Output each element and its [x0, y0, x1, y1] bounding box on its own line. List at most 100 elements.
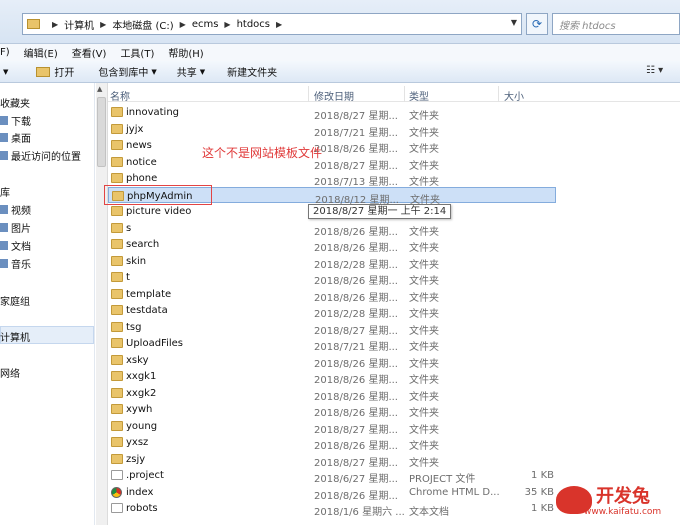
nav-favorites[interactable]: 收藏夹: [0, 95, 30, 110]
organize-caret[interactable]: ▼: [0, 68, 8, 76]
file-row[interactable]: template 2018/8/26 星期... 文件夹: [108, 286, 556, 304]
nav-documents[interactable]: 文档: [0, 238, 31, 253]
chevron-right-icon[interactable]: ▶: [52, 20, 58, 29]
search-input[interactable]: 搜索 htdocs: [552, 13, 680, 35]
breadcrumb-htdocs[interactable]: htdocs: [237, 19, 270, 30]
annotation-highlight-box: [104, 185, 212, 205]
nav-recent-label: 最近访问的位置: [11, 152, 81, 163]
chevron-down-icon: ▼: [3, 67, 9, 76]
scroll-up-icon[interactable]: ▲: [97, 85, 102, 93]
nav-music-label: 音乐: [11, 260, 31, 271]
nav-homegroup[interactable]: 家庭组: [0, 293, 30, 308]
file-type: 文本文档: [409, 507, 449, 518]
music-library-icon: [0, 259, 8, 268]
file-row[interactable]: innovating 2018/8/27 星期... 文件夹: [108, 104, 556, 122]
command-bar: ▼ 打开 包含到库中 ▼ 共享 ▼ 新建文件夹 ☷ ▾: [0, 61, 680, 83]
file-row[interactable]: skin 2018/2/28 星期... 文件夹: [108, 253, 556, 271]
file-row[interactable]: zsjy 2018/8/27 星期... 文件夹: [108, 451, 556, 469]
menu-bar: F) 编辑(E) 查看(V) 工具(T) 帮助(H): [0, 44, 680, 61]
downloads-icon: [0, 116, 8, 125]
nav-scrollbar[interactable]: ▲: [96, 83, 108, 525]
folder-icon: [111, 321, 123, 332]
folder-icon: [111, 371, 123, 381]
refresh-button[interactable]: ⟳: [526, 13, 548, 35]
folder-icon: [111, 107, 123, 117]
folder-icon: [111, 123, 123, 134]
breadcrumb-ecms[interactable]: ecms: [192, 19, 219, 30]
file-row[interactable]: young 2018/8/27 星期... 文件夹: [108, 418, 556, 436]
menu-view[interactable]: 查看(V): [72, 45, 107, 60]
file-row[interactable]: t 2018/8/26 星期... 文件夹: [108, 269, 556, 287]
column-divider[interactable]: [404, 86, 405, 102]
file-row[interactable]: xsky 2018/8/26 星期... 文件夹: [108, 352, 556, 370]
file-row[interactable]: robots 2018/1/6 星期六 ... 文本文档 1 KB: [108, 500, 556, 518]
nav-documents-label: 文档: [11, 242, 31, 253]
folder-icon: [111, 140, 123, 150]
column-header-date[interactable]: 修改日期: [314, 88, 354, 103]
nav-network[interactable]: 网络: [0, 365, 20, 380]
nav-computer[interactable]: 计算机: [0, 329, 30, 344]
open-button[interactable]: 打开: [36, 64, 74, 79]
folder-icon: [111, 156, 123, 167]
menu-tools[interactable]: 工具(T): [120, 45, 154, 60]
file-row[interactable]: notice 2018/8/27 星期... 文件夹: [108, 154, 556, 172]
nav-recent[interactable]: 最近访问的位置: [0, 148, 81, 163]
chevron-right-icon[interactable]: ▶: [224, 20, 230, 29]
menu-edit[interactable]: 编辑(E): [24, 45, 58, 60]
file-row[interactable]: xywh 2018/8/26 星期... 文件夹: [108, 401, 556, 419]
new-folder-label: 新建文件夹: [227, 68, 278, 79]
breadcrumb[interactable]: ▶ 计算机 ▶ 本地磁盘 (C:) ▶ ecms ▶ htdocs ▶ ▼: [22, 13, 522, 35]
file-name: xxgk1: [126, 371, 157, 382]
nav-music[interactable]: 音乐: [0, 256, 31, 271]
scrollbar-thumb[interactable]: [97, 97, 106, 167]
folder-icon: [111, 305, 123, 315]
file-row[interactable]: search 2018/8/26 星期... 文件夹: [108, 236, 556, 254]
share-button[interactable]: 共享 ▼: [177, 64, 205, 80]
nav-videos[interactable]: 视频: [0, 202, 31, 217]
nav-desktop[interactable]: 桌面: [0, 130, 31, 145]
breadcrumb-drive-c[interactable]: 本地磁盘 (C:): [112, 17, 173, 32]
view-options-button[interactable]: ☷ ▾: [646, 65, 663, 76]
chevron-right-icon[interactable]: ▶: [276, 20, 282, 29]
file-type: Chrome HTML D...: [409, 486, 500, 498]
file-row[interactable]: .project 2018/6/27 星期... PROJECT 文件 1 KB: [108, 467, 556, 485]
nav-desktop-label: 桌面: [11, 134, 31, 145]
file-row[interactable]: tsg 2018/8/27 星期... 文件夹: [108, 319, 556, 337]
file-row[interactable]: index 2018/8/26 星期... Chrome HTML D... 35 K…: [108, 484, 556, 502]
include-library-button[interactable]: 包含到库中 ▼: [98, 64, 156, 80]
document-library-icon: [0, 241, 8, 250]
open-label: 打开: [54, 68, 75, 79]
chevron-right-icon[interactable]: ▶: [100, 20, 106, 29]
file-name: zsjy: [126, 453, 146, 465]
nav-pictures[interactable]: 图片: [0, 220, 31, 235]
nav-network-label: 网络: [0, 369, 20, 380]
column-header-name[interactable]: 名称: [110, 88, 130, 103]
column-header-size[interactable]: 大小: [504, 88, 524, 103]
file-size: 1 KB: [531, 470, 554, 481]
menu-help[interactable]: 帮助(H): [168, 45, 203, 60]
nav-libraries[interactable]: 库: [0, 184, 10, 199]
file-name: jyjx: [126, 123, 144, 135]
column-divider[interactable]: [308, 86, 309, 102]
file-row[interactable]: s 2018/8/26 星期... 文件夹: [108, 220, 556, 238]
folder-icon: [27, 19, 40, 29]
file-name: phone: [126, 173, 158, 184]
annotation-note: 这个不是网站模板文件: [202, 146, 323, 160]
file-row[interactable]: jyjx 2018/7/21 星期... 文件夹: [108, 121, 556, 139]
new-folder-button[interactable]: 新建文件夹: [227, 64, 277, 79]
file-row[interactable]: xxgk1 2018/8/26 星期... 文件夹: [108, 368, 556, 386]
column-header-type[interactable]: 类型: [409, 88, 429, 103]
chevron-right-icon[interactable]: ▶: [180, 20, 186, 29]
nav-downloads[interactable]: 下载: [0, 113, 31, 128]
file-row[interactable]: UploadFiles 2018/7/21 星期... 文件夹: [108, 335, 556, 353]
file-name: .project: [126, 470, 164, 481]
file-row[interactable]: xxgk2 2018/8/26 星期... 文件夹: [108, 385, 556, 403]
chevron-down-icon[interactable]: ▼: [511, 18, 517, 27]
menu-file[interactable]: F): [0, 47, 10, 58]
breadcrumb-computer[interactable]: 计算机: [64, 17, 94, 32]
file-row[interactable]: testdata 2018/2/28 星期... 文件夹: [108, 302, 556, 320]
folder-icon: [111, 437, 123, 447]
column-divider[interactable]: [498, 86, 499, 102]
file-row[interactable]: news 2018/8/26 星期... 文件夹: [108, 137, 556, 155]
file-row[interactable]: yxsz 2018/8/26 星期... 文件夹: [108, 434, 556, 452]
